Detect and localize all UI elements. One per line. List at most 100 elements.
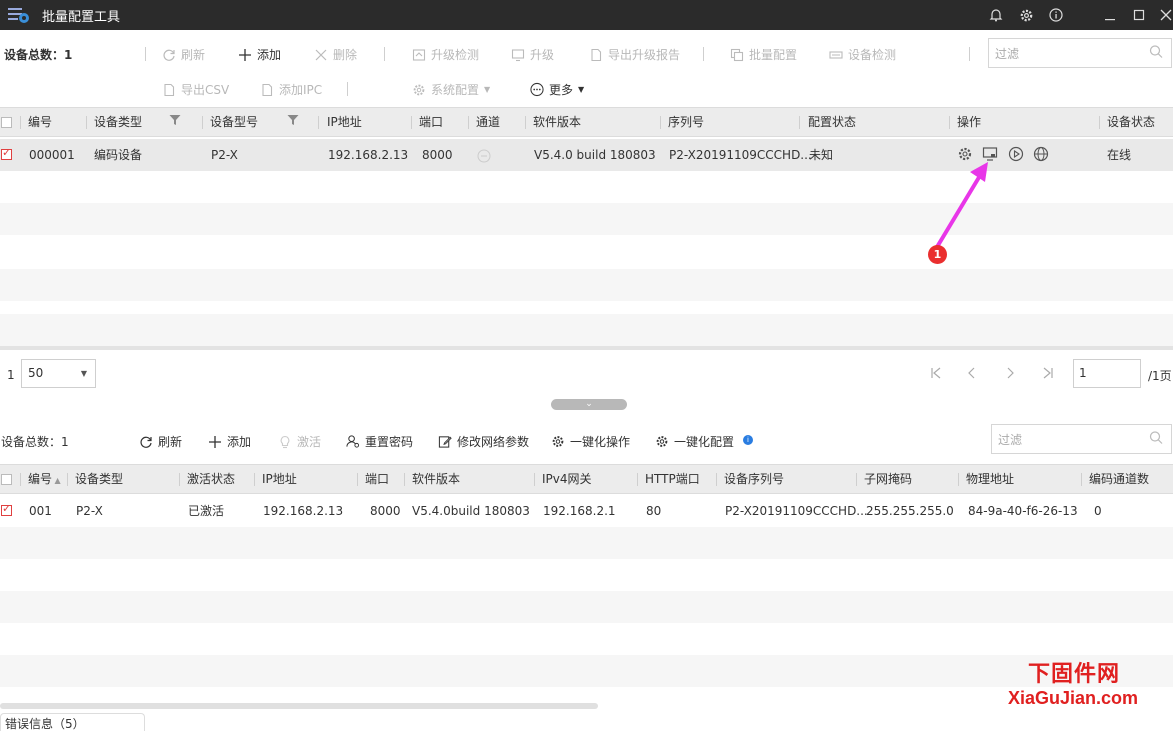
col-device-type[interactable]: 设备类型 bbox=[75, 465, 123, 493]
table-row bbox=[0, 687, 1173, 703]
page-size-select[interactable]: 50 ▼ bbox=[21, 359, 96, 388]
more-button[interactable]: 更多 ▼ bbox=[530, 81, 584, 98]
top-filter-input[interactable]: 过滤 bbox=[988, 38, 1172, 68]
watermark-en: XiaGuJian.com bbox=[1008, 688, 1139, 708]
col-id[interactable]: 编号 bbox=[28, 108, 52, 136]
table-row[interactable]: 001 P2-X 已激活 192.168.2.13 8000 V5.4.0bui… bbox=[0, 495, 1173, 527]
device-total-label: 设备总数：1 bbox=[4, 48, 73, 62]
batch-config-icon bbox=[730, 48, 744, 62]
col-http-port[interactable]: HTTP端口 bbox=[645, 465, 700, 493]
page-number-input[interactable]: 1 bbox=[1073, 359, 1141, 388]
col-ip[interactable]: IP地址 bbox=[327, 108, 362, 136]
filter-icon[interactable] bbox=[169, 108, 181, 136]
upgrade-label: 升级 bbox=[530, 48, 555, 62]
col-software[interactable]: 软件版本 bbox=[533, 108, 581, 136]
device-check-button[interactable]: 设备检测 bbox=[829, 46, 896, 63]
col-gateway[interactable]: IPv4网关 bbox=[542, 465, 592, 493]
cell-http-port: 80 bbox=[646, 504, 662, 518]
col-model[interactable]: 设备型号 bbox=[210, 108, 258, 136]
col-device-type[interactable]: 设备类型 bbox=[94, 108, 142, 136]
batch-config-button[interactable]: 批量配置 bbox=[730, 46, 797, 63]
first-page-icon[interactable] bbox=[926, 363, 946, 383]
bottom-add-button[interactable]: 添加 bbox=[208, 433, 251, 450]
reset-password-button[interactable]: 重置密码 bbox=[346, 433, 413, 450]
bottom-refresh-button[interactable]: 刷新 bbox=[139, 433, 182, 450]
page-total: /1页 bbox=[1148, 369, 1172, 383]
maximize-icon[interactable] bbox=[1124, 0, 1154, 30]
info-icon[interactable] bbox=[1041, 0, 1071, 30]
modify-network-button[interactable]: 修改网络参数 bbox=[438, 433, 529, 450]
col-port[interactable]: 端口 bbox=[419, 108, 443, 136]
close-icon[interactable] bbox=[1151, 0, 1173, 30]
cell-config-status: 未知 bbox=[809, 148, 834, 162]
top-filter-placeholder: 过滤 bbox=[995, 46, 1020, 61]
col-mask[interactable]: 子网掩码 bbox=[864, 465, 912, 493]
export-upgrade-report-button[interactable]: 导出升级报告 bbox=[589, 46, 680, 63]
col-device-status[interactable]: 设备状态 bbox=[1107, 108, 1155, 136]
filter-icon[interactable] bbox=[287, 108, 299, 136]
col-config-status[interactable]: 配置状态 bbox=[808, 108, 856, 136]
remote-config-monitor-icon[interactable] bbox=[982, 146, 998, 162]
col-enc-channels[interactable]: 编码通道数 bbox=[1089, 465, 1149, 493]
table-row bbox=[0, 623, 1173, 655]
table-row bbox=[0, 171, 1173, 203]
activate-button[interactable]: 激活 bbox=[278, 433, 321, 450]
bottom-filter-input[interactable]: 过滤 bbox=[991, 424, 1172, 454]
col-ip[interactable]: IP地址 bbox=[262, 465, 297, 493]
cell-ip: 192.168.2.13 bbox=[328, 148, 409, 162]
cell-device-type: P2-X bbox=[76, 504, 103, 518]
bell-icon[interactable] bbox=[981, 0, 1011, 30]
refresh-button[interactable]: 刷新 bbox=[162, 46, 205, 63]
select-all-checkbox[interactable] bbox=[1, 474, 12, 485]
pager-index: 1 bbox=[7, 368, 15, 382]
web-globe-icon[interactable] bbox=[1033, 146, 1049, 162]
col-channel[interactable]: 通道 bbox=[476, 108, 500, 136]
last-page-icon[interactable] bbox=[1038, 363, 1058, 383]
one-click-config-button[interactable]: 一键化配置 bbox=[655, 433, 734, 450]
col-id[interactable]: 编号 ▲ bbox=[28, 465, 61, 493]
one-click-op-button[interactable]: 一键化操作 bbox=[551, 433, 630, 450]
cell-model: P2-X bbox=[211, 148, 238, 162]
upgrade-check-button[interactable]: 升级检测 bbox=[412, 46, 479, 63]
minimize-icon[interactable] bbox=[1095, 0, 1125, 30]
search-icon[interactable] bbox=[1149, 45, 1163, 62]
row-checkbox[interactable] bbox=[1, 146, 12, 160]
add-button[interactable]: 添加 bbox=[238, 46, 281, 63]
toolbar-divider bbox=[347, 82, 348, 96]
lightbulb-icon bbox=[278, 435, 292, 449]
col-software[interactable]: 软件版本 bbox=[412, 465, 460, 493]
cell-ip: 192.168.2.13 bbox=[263, 504, 344, 518]
config-gear-icon[interactable] bbox=[957, 146, 973, 162]
row-checkbox[interactable] bbox=[1, 502, 12, 516]
col-activation[interactable]: 激活状态 bbox=[187, 465, 235, 493]
pager: 1 bbox=[0, 350, 1173, 400]
horizontal-scrollbar[interactable] bbox=[0, 703, 598, 709]
export-csv-button[interactable]: 导出CSV bbox=[162, 81, 229, 98]
col-operation[interactable]: 操作 bbox=[957, 108, 981, 136]
user-key-icon bbox=[346, 435, 360, 449]
prev-page-icon[interactable] bbox=[962, 363, 982, 383]
info-icon[interactable]: i bbox=[743, 435, 753, 445]
collapse-splitter[interactable]: ⌄ bbox=[551, 399, 627, 410]
play-icon[interactable] bbox=[1008, 146, 1024, 162]
table-row bbox=[0, 269, 1173, 301]
upgrade-button[interactable]: 升级 bbox=[511, 46, 554, 63]
modify-network-label: 修改网络参数 bbox=[457, 435, 530, 449]
channel-collapsed-icon[interactable] bbox=[477, 139, 491, 171]
delete-button[interactable]: 删除 bbox=[314, 46, 357, 63]
col-mac[interactable]: 物理地址 bbox=[966, 465, 1014, 493]
system-config-button[interactable]: 系统配置 ▼ bbox=[412, 81, 490, 98]
device-check-icon bbox=[829, 48, 843, 62]
search-icon[interactable] bbox=[1149, 431, 1163, 448]
col-serial[interactable]: 序列号 bbox=[668, 108, 704, 136]
cell-gateway: 192.168.2.1 bbox=[543, 504, 616, 518]
select-all-checkbox[interactable] bbox=[1, 117, 12, 128]
chevron-down-icon: ▼ bbox=[80, 369, 87, 378]
col-port[interactable]: 端口 bbox=[365, 465, 389, 493]
add-ipc-button[interactable]: 添加IPC bbox=[260, 81, 322, 98]
next-page-icon[interactable] bbox=[1000, 363, 1020, 383]
bottom-device-total-label: 设备总数：1 bbox=[1, 435, 69, 449]
error-info-tab[interactable]: 错误信息（5） bbox=[0, 713, 145, 731]
col-serial[interactable]: 设备序列号 bbox=[724, 465, 784, 493]
gear-icon[interactable] bbox=[1011, 0, 1041, 30]
